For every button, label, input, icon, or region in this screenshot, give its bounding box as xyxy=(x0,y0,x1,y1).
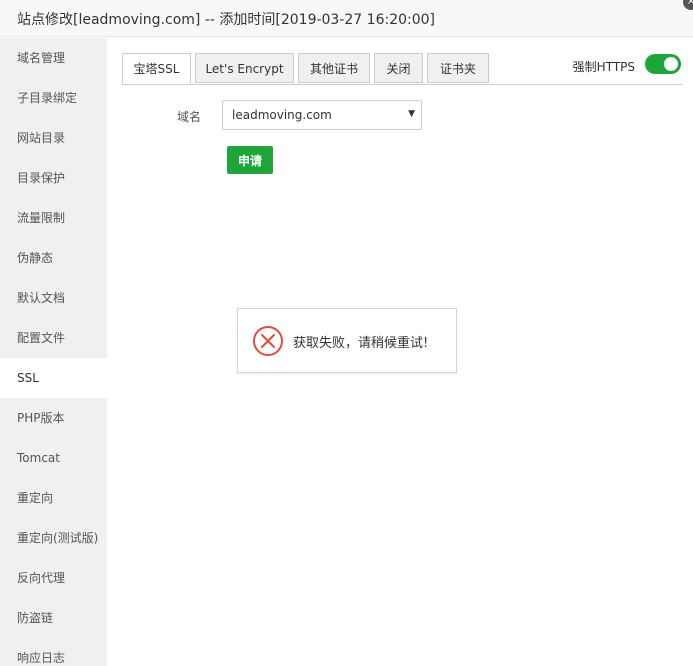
domain-form-row: 域名 leadmoving.com ▼ xyxy=(107,100,693,130)
error-toast: 获取失败，请稍候重试! xyxy=(237,308,457,373)
sidebar-item-config-file[interactable]: 配置文件 xyxy=(0,318,107,358)
dialog-title: 站点修改[leadmoving.com] -- 添加时间[2019-03-27 … xyxy=(17,12,435,28)
error-circle-icon xyxy=(253,326,283,356)
force-https-label: 强制HTTPS xyxy=(572,60,635,74)
tab-certificate-folder[interactable]: 证书夹 xyxy=(427,53,489,83)
sidebar-item-directory-protection[interactable]: 目录保护 xyxy=(0,158,107,198)
sidebar-item-php-version[interactable]: PHP版本 xyxy=(0,398,107,438)
sidebar-item-traffic-limit[interactable]: 流量限制 xyxy=(0,198,107,238)
toast-message: 获取失败，请稍候重试! xyxy=(293,336,429,351)
sidebar-item-rewrite[interactable]: 伪静态 xyxy=(0,238,107,278)
tab-close[interactable]: 关闭 xyxy=(374,53,423,83)
sidebar-item-domain-management[interactable]: 域名管理 xyxy=(0,38,107,78)
sidebar-item-hotlink-protection[interactable]: 防盗链 xyxy=(0,598,107,638)
sidebar-item-reverse-proxy[interactable]: 反向代理 xyxy=(0,558,107,598)
chevron-down-icon: ▼ xyxy=(408,109,415,119)
sidebar-item-tomcat[interactable]: Tomcat xyxy=(0,438,107,478)
domain-select-value: leadmoving.com xyxy=(232,108,332,122)
sidebar-item-default-document[interactable]: 默认文档 xyxy=(0,278,107,318)
tab-bt-ssl[interactable]: 宝塔SSL xyxy=(122,53,191,84)
domain-select[interactable]: leadmoving.com ▼ xyxy=(222,100,422,130)
sidebar: 域名管理 子目录绑定 网站目录 目录保护 流量限制 伪静态 默认文档 配置文件 … xyxy=(0,38,107,666)
sidebar-item-redirect[interactable]: 重定向 xyxy=(0,478,107,518)
sidebar-item-ssl[interactable]: SSL xyxy=(0,358,107,398)
apply-button[interactable]: 申请 xyxy=(227,146,273,174)
force-https-toggle[interactable] xyxy=(645,54,681,74)
sidebar-item-subdirectory-binding[interactable]: 子目录绑定 xyxy=(0,78,107,118)
site-edit-dialog: 站点修改[leadmoving.com] -- 添加时间[2019-03-27 … xyxy=(0,0,693,666)
sidebar-item-response-log[interactable]: 响应日志 xyxy=(0,638,107,666)
toggle-knob xyxy=(664,57,678,71)
sidebar-item-site-directory[interactable]: 网站目录 xyxy=(0,118,107,158)
tab-lets-encrypt[interactable]: Let's Encrypt xyxy=(195,53,294,83)
tab-other-certificate[interactable]: 其他证书 xyxy=(298,53,370,83)
sidebar-item-redirect-beta[interactable]: 重定向(测试版) xyxy=(0,518,107,558)
domain-label: 域名 xyxy=(177,110,202,124)
dialog-titlebar: 站点修改[leadmoving.com] -- 添加时间[2019-03-27 … xyxy=(0,0,693,37)
